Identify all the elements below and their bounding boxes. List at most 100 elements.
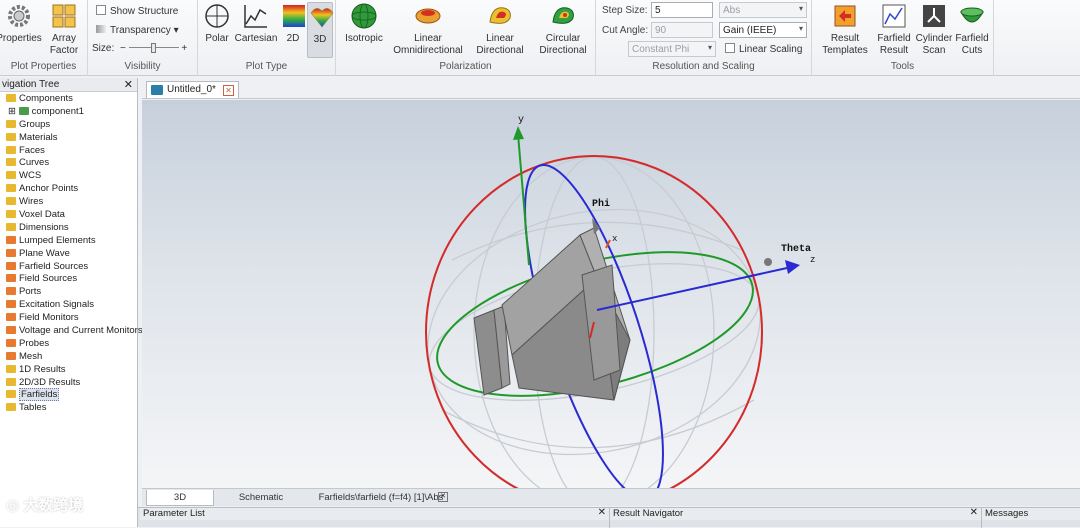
folder-icon [6, 158, 16, 167]
document-tab-label: Untitled_0* [167, 84, 216, 95]
tree-item[interactable]: Faces [0, 144, 137, 157]
tree-item[interactable]: Anchor Points [0, 182, 137, 195]
group-label-tools: Tools [890, 61, 915, 72]
tree-item[interactable]: Voltage and Current Monitors [0, 324, 143, 337]
tree-item[interactable]: Excitation Signals [0, 298, 137, 311]
tab-schematic[interactable]: Schematic [224, 490, 298, 506]
close-icon[interactable]: ✕ [598, 507, 606, 518]
horn-antenna-model[interactable] [473, 227, 631, 401]
gain-dropdown[interactable]: Gain (IEEE) ▾ [719, 22, 807, 38]
3d-button[interactable]: 3D [307, 2, 334, 58]
messages-panel: Messages [982, 508, 1080, 528]
tree-item[interactable]: 1D Results [0, 363, 137, 376]
farfield-3d-scene[interactable]: y x z Phi Theta [142, 100, 1080, 488]
properties-button[interactable]: Properties [0, 2, 44, 45]
tree-item[interactable]: Components [0, 92, 137, 105]
label-theta: Theta [781, 243, 811, 255]
cut-angle-input[interactable]: 90 [651, 22, 713, 38]
tree-item-label: Voltage and Current Monitors [19, 325, 143, 337]
green-sphere-icon [351, 3, 377, 29]
tree-item[interactable]: ⊞ component1 [0, 105, 137, 118]
show-structure-checkbox[interactable]: Show Structure [96, 5, 178, 17]
close-icon[interactable]: ✕ [222, 85, 234, 96]
tree-item[interactable]: Curves [0, 156, 137, 169]
3d-plot-icon [310, 8, 334, 28]
polar-button[interactable]: Polar [202, 2, 232, 45]
chevron-down-icon: ▾ [173, 25, 179, 36]
tree-item[interactable]: Lumped Elements [0, 234, 137, 247]
close-icon[interactable]: ✕ [438, 492, 448, 502]
tree-item-label: WCS [19, 170, 42, 182]
watermark-text: 大数跨境 [23, 497, 84, 514]
chevron-down-icon: ▾ [798, 4, 803, 13]
tree-item-label: Ports [19, 286, 42, 298]
step-size-label: Step Size: [602, 5, 648, 16]
folder-icon [6, 364, 16, 373]
label-phi: Phi [592, 198, 610, 210]
group-visibility: Show Structure Transparency ▾ Size: − + … [88, 0, 198, 76]
tree-item[interactable]: 2D/3D Results [0, 376, 137, 389]
circular-directional-button[interactable]: Circular Directional [534, 2, 592, 57]
folder-icon [6, 210, 16, 219]
tab-farfield-result[interactable]: Farfields\farfield (f=f4) [1]\Abs [306, 490, 456, 506]
farfield-cuts-button[interactable]: Farfield Cuts [952, 2, 992, 57]
tree-item[interactable]: Voxel Data [0, 208, 137, 221]
folder-icon [6, 119, 16, 128]
farfield-result-button[interactable]: Farfield Result [874, 2, 914, 57]
tab-3d[interactable]: 3D [146, 490, 214, 506]
2d-plot-icon [283, 5, 305, 27]
tree-item[interactable]: Field Monitors [0, 311, 137, 324]
size-label: Size: [92, 43, 115, 54]
cylinder-scan-button[interactable]: Cylinder Scan [914, 2, 954, 57]
3d-label: 3D [313, 34, 327, 45]
linear-scaling-checkbox[interactable]: Linear Scaling [725, 43, 802, 55]
tree-item[interactable]: Materials [0, 131, 137, 144]
navigation-tree-panel: vigation Tree ✕ Components ⊞ component1 Gr… [0, 78, 143, 527]
tree-item[interactable]: Farfield Sources [0, 260, 137, 273]
close-icon[interactable]: ✕ [124, 78, 133, 91]
cartesian-icon [244, 5, 267, 28]
transparency-icon [96, 25, 106, 33]
folder-icon [6, 313, 16, 322]
cut-angle-value: 90 [655, 25, 667, 36]
tree-item[interactable]: Farfields [0, 388, 137, 402]
tree-item[interactable]: WCS [0, 169, 137, 182]
folder-icon [6, 145, 16, 154]
tree-item[interactable]: Plane Wave [0, 247, 137, 260]
folder-icon [6, 248, 16, 257]
array-factor-button[interactable]: Array Factor [44, 2, 84, 57]
tree-item[interactable]: Probes [0, 337, 137, 350]
component-icon [18, 106, 29, 115]
tree-item[interactable]: Groups [0, 118, 137, 131]
result-templates-button[interactable]: Result Templates [820, 2, 870, 57]
cartesian-button[interactable]: Cartesian [234, 2, 278, 45]
linear-directional-button[interactable]: Linear Directional [470, 2, 530, 57]
transparency-dropdown[interactable]: Transparency ▾ [96, 25, 179, 36]
group-label-plot-properties: Plot Properties [10, 61, 77, 72]
navigation-tree-title: vigation Tree ✕ [0, 78, 137, 92]
tree-item[interactable]: Mesh [0, 350, 137, 363]
group-label-plot-type: Plot Type [245, 61, 288, 72]
size-slider[interactable] [128, 43, 179, 53]
isotropic-button[interactable]: Isotropic [342, 2, 386, 45]
tree-item[interactable]: Tables [0, 401, 137, 414]
3d-viewport[interactable]: y x z Phi Theta [142, 100, 1080, 488]
tree-item[interactable]: Wires [0, 195, 137, 208]
tree-item[interactable]: Field Sources [0, 272, 137, 285]
abs-dropdown[interactable]: Abs ▾ [719, 2, 807, 18]
linear-omnidirectional-button[interactable]: Linear Omnidirectional [392, 2, 464, 57]
tree-item-label: Materials [19, 131, 58, 143]
constant-phi-dropdown[interactable]: Constant Phi ▾ [628, 41, 716, 57]
2d-button[interactable]: 2D [280, 2, 306, 45]
step-size-input[interactable]: 5 [651, 2, 713, 18]
linear-directional-label: Linear Directional [476, 33, 524, 56]
expand-icon[interactable]: ⊞ [8, 106, 19, 117]
folder-icon [6, 287, 16, 296]
tree-item[interactable]: Ports [0, 285, 137, 298]
tree-item-label: Wires [19, 196, 44, 208]
farfield-result-label: Farfield Result [877, 33, 911, 56]
tree-item[interactable]: Dimensions [0, 221, 137, 234]
document-tab[interactable]: Untitled_0* ✕ [146, 81, 239, 98]
chevron-down-icon: ▾ [707, 43, 712, 52]
close-icon[interactable]: ✕ [970, 507, 978, 518]
